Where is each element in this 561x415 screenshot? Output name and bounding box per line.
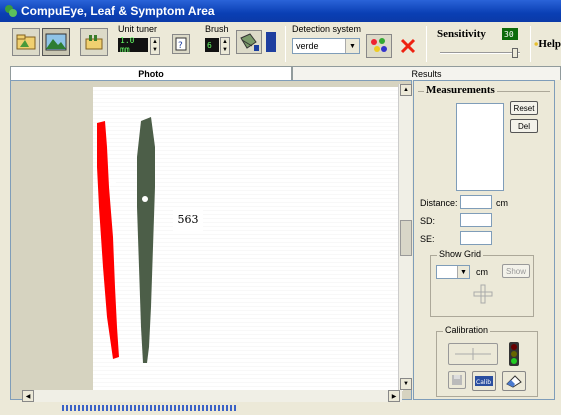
measurements-list[interactable] — [456, 103, 504, 191]
calibration-title: Calibration — [443, 325, 491, 335]
scroll-left-icon[interactable]: ◀ — [22, 390, 34, 402]
title-bar: CompuEye, Leaf & Symptom Area — [0, 0, 561, 22]
window-title: CompuEye, Leaf & Symptom Area — [21, 4, 215, 18]
open-image-icon[interactable] — [12, 28, 40, 56]
measurements-title: Measurements — [424, 84, 497, 96]
distance-unit: cm — [496, 198, 508, 208]
scanner-icon[interactable] — [80, 28, 108, 56]
question-icon[interactable]: ? — [172, 34, 190, 54]
tab-strip: Photo Results — [10, 66, 561, 80]
distance-field[interactable] — [460, 195, 492, 209]
distance-label: Distance: — [420, 198, 458, 208]
measurements-panel: Measurements Reset Del Distance: cm SD: … — [413, 80, 555, 400]
se-label: SE: — [420, 234, 435, 244]
landscape-image-icon[interactable] — [42, 28, 70, 56]
crosshair-icon — [473, 284, 493, 304]
sample-label: 563 — [173, 207, 203, 231]
sd-field[interactable] — [460, 213, 492, 227]
unit-tuner-display: 1.0 mm — [118, 36, 148, 54]
progress-bar — [62, 405, 236, 411]
color-picker-icon[interactable] — [366, 34, 392, 58]
reset-button[interactable]: Reset — [510, 101, 538, 115]
unit-tuner-label: Unit tuner — [118, 24, 158, 34]
sensitivity-value: 30 — [502, 28, 518, 40]
scroll-right-icon[interactable]: ▶ — [388, 390, 400, 402]
show-grid-title: Show Grid — [437, 249, 484, 259]
help-button[interactable]: Help — [534, 32, 561, 56]
scroll-down-icon[interactable]: ▼ — [400, 378, 412, 390]
calibration-ruler-button[interactable] — [448, 343, 498, 365]
close-icon[interactable] — [396, 34, 420, 58]
detection-system-value: verde — [296, 41, 319, 51]
help-label: Help — [538, 38, 561, 50]
brush-label: Brush — [205, 24, 229, 34]
sd-label: SD: — [420, 216, 436, 226]
vertical-scroll-thumb[interactable] — [400, 220, 412, 256]
leaf-green — [137, 117, 155, 363]
tab-results-label: Results — [411, 68, 442, 79]
detection-system-select[interactable]: verde ▼ — [292, 38, 360, 54]
sensitivity-slider-thumb[interactable] — [512, 48, 518, 58]
svg-text:?: ? — [178, 41, 183, 51]
calib-button[interactable]: Calib — [472, 371, 496, 391]
leaf-marker-dot-2 — [142, 196, 148, 202]
scanned-sheet: 563 — [93, 87, 403, 391]
sensitivity-label: Sensitivity — [437, 28, 486, 40]
detection-system-label: Detection system — [292, 24, 362, 34]
save-icon[interactable] — [448, 371, 466, 389]
calib-label: Calib — [476, 379, 491, 386]
leaf-marker-dot — [110, 180, 116, 186]
paint-bucket-icon[interactable] — [236, 30, 262, 54]
chevron-down-icon: ▼ — [457, 266, 469, 278]
detected-leaf-red — [97, 121, 119, 359]
tab-results[interactable]: Results — [292, 66, 561, 80]
photo-vertical-scrollbar[interactable]: ▲ ▼ — [398, 84, 412, 390]
del-button[interactable]: Del — [510, 119, 538, 133]
grid-size-select[interactable]: ▼ — [436, 265, 470, 279]
traffic-light-icon[interactable] — [506, 341, 522, 367]
eraser-icon[interactable] — [502, 371, 526, 391]
grid-unit: cm — [476, 267, 488, 277]
ruler-icon — [455, 348, 491, 360]
tab-photo-label: Photo — [138, 68, 164, 79]
toolbar: Unit tuner 1.0 mm ▲ ▼ ? Brush 6 ▲ ▼ Detect… — [0, 22, 561, 66]
brush-size-spinner[interactable]: ▲ ▼ — [220, 37, 230, 55]
sensitivity-slider[interactable] — [440, 48, 520, 58]
photo-horizontal-scrollbar[interactable]: ◀ ▶ — [22, 390, 402, 402]
se-field[interactable] — [460, 231, 492, 245]
photo-viewport[interactable]: 563 — [10, 80, 412, 400]
chevron-down-icon: ▼ — [345, 39, 359, 53]
tab-photo[interactable]: Photo — [10, 66, 292, 80]
scroll-up-icon[interactable]: ▲ — [400, 84, 412, 96]
show-grid-button[interactable]: Show — [502, 264, 530, 278]
app-icon — [4, 4, 18, 18]
brush-color-swatch[interactable] — [266, 32, 276, 52]
unit-tuner-spinner[interactable]: ▲ ▼ — [150, 37, 160, 55]
brush-size-display: 6 — [205, 38, 219, 52]
